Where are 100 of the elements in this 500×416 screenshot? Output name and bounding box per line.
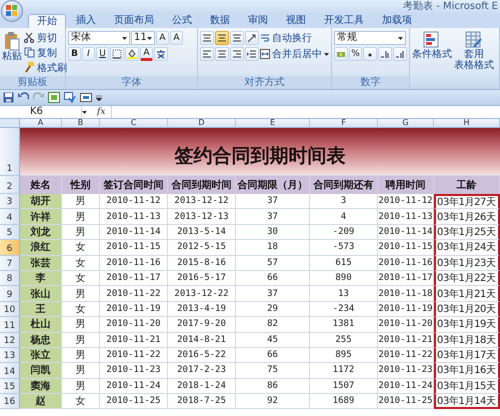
column-header[interactable]: D: [168, 119, 236, 128]
decrease-decimal-button[interactable]: [393, 47, 407, 61]
table-cell: 03年1月15天: [434, 378, 500, 394]
ribbon-tab[interactable]: 审阅: [240, 14, 276, 28]
table-cell: 03年1月18天: [434, 332, 500, 348]
ribbon-tab[interactable]: 视图: [278, 14, 314, 28]
clipboard-icon: [4, 31, 20, 51]
ribbon-tab[interactable]: 数据: [202, 14, 238, 28]
table-cell: 2010-11-23: [378, 363, 434, 379]
table-cell: 2010-11-20: [100, 317, 168, 333]
row-header[interactable]: 11: [0, 317, 20, 333]
fill-color-button[interactable]: [125, 47, 139, 61]
table-cell: 王: [20, 302, 62, 318]
align-left-icon: [202, 49, 212, 59]
column-header[interactable]: H: [434, 119, 500, 128]
align-right-button[interactable]: [230, 47, 244, 61]
column-header[interactable]: F: [310, 119, 378, 128]
row-header[interactable]: 3: [0, 194, 20, 210]
indent-button[interactable]: [245, 47, 259, 61]
name-box[interactable]: K6: [0, 106, 82, 118]
ribbon-tab[interactable]: 公式: [164, 14, 200, 28]
window-title: 考勤表 - Microsoft E: [403, 1, 498, 13]
ribbon-tab[interactable]: 加载项: [374, 14, 420, 28]
save-icon[interactable]: [3, 92, 14, 103]
row-header[interactable]: 2: [0, 176, 20, 194]
percent-button[interactable]: %: [349, 47, 362, 61]
row-header[interactable]: 10: [0, 302, 20, 318]
column-header[interactable]: E: [236, 119, 310, 128]
table-cell: 2010-11-13: [100, 209, 168, 225]
insert-function-button[interactable]: fx: [97, 107, 106, 117]
row-header[interactable]: 8: [0, 270, 20, 286]
align-bottom-button[interactable]: [230, 31, 244, 45]
ribbon-tab[interactable]: 插入: [68, 14, 104, 28]
row-header[interactable]: 6: [0, 240, 20, 256]
ribbon-tab[interactable]: 开发工具: [316, 14, 372, 28]
table-cell: 2013-12-22: [168, 286, 236, 302]
row-header[interactable]: 9: [0, 286, 20, 302]
customize-icon[interactable]: [96, 94, 102, 100]
font-size-field[interactable]: 11: [131, 31, 155, 45]
table-chart-icon: [423, 31, 441, 49]
paste-button[interactable]: 粘贴: [2, 31, 22, 76]
spreadsheet-icon[interactable]: [48, 92, 60, 103]
table-cell: 2016-5-17: [168, 270, 236, 286]
conditional-format-button[interactable]: 条件格式: [412, 31, 452, 89]
table-cell: 2010-11-15: [100, 240, 168, 256]
row-header[interactable]: 5: [0, 224, 20, 240]
row-header[interactable]: 4: [0, 209, 20, 225]
shrink-font-button[interactable]: A: [170, 31, 183, 45]
text-orientation-button[interactable]: [245, 31, 259, 45]
align-middle-button[interactable]: [215, 31, 229, 45]
table-cell: 杜山: [20, 317, 62, 333]
underline-button[interactable]: U: [96, 47, 109, 61]
increase-decimal-button[interactable]: [378, 47, 392, 61]
form-icon[interactable]: [80, 92, 92, 103]
row-header[interactable]: 1: [0, 128, 20, 176]
table-cell: 2010-11-22: [100, 286, 168, 302]
font-name-field[interactable]: 宋体: [68, 31, 130, 45]
row-header[interactable]: 14: [0, 363, 20, 379]
caret-icon: [398, 36, 403, 40]
number-format-field[interactable]: 常规: [334, 31, 406, 45]
align-center-button[interactable]: [215, 47, 229, 61]
table-cell: 2010-11-24: [378, 378, 434, 394]
grow-font-button[interactable]: A: [156, 31, 169, 45]
align-left-button[interactable]: [200, 47, 214, 61]
table-cell: 2010-11-22: [378, 348, 434, 364]
table-cell: 杨忠: [20, 332, 62, 348]
column-header[interactable]: G: [378, 119, 434, 128]
row-header[interactable]: 7: [0, 256, 20, 271]
format-as-table-button[interactable]: 套用 表格格式: [454, 31, 494, 89]
cut-button[interactable]: 剪切: [24, 31, 67, 44]
row-header[interactable]: 16: [0, 394, 20, 410]
table-cell: 75: [236, 363, 310, 379]
row-header[interactable]: 15: [0, 378, 20, 394]
table-cell: 男: [62, 224, 100, 240]
caret-icon: [82, 110, 87, 114]
bold-button[interactable]: B: [68, 47, 81, 61]
phonetic-icon[interactable]: [154, 47, 168, 61]
table-cell: 男: [62, 209, 100, 225]
increase-decimal-icon: [380, 49, 390, 59]
table-cell: 890: [310, 270, 378, 286]
merge-center-button[interactable]: 合并后居中: [260, 48, 329, 60]
format-painter-button[interactable]: 格式刷: [24, 61, 67, 74]
italic-button[interactable]: I: [82, 47, 95, 61]
check-document-icon[interactable]: [64, 92, 76, 103]
font-color-button[interactable]: A: [140, 47, 153, 61]
border-button[interactable]: [110, 47, 124, 61]
column-header[interactable]: B: [62, 119, 100, 128]
ribbon-tab[interactable]: 开始: [28, 14, 66, 28]
align-top-button[interactable]: [200, 31, 214, 45]
ribbon-tab[interactable]: 页面布局: [106, 14, 162, 28]
wrap-text-button[interactable]: 自动换行: [260, 32, 312, 44]
table-cell: 2010-11-17: [100, 270, 168, 286]
table-cell: 2010-11-25: [378, 394, 434, 410]
table-cell: 2010-11-13: [378, 209, 434, 225]
copy-button[interactable]: 复制: [24, 46, 67, 59]
row-header[interactable]: 13: [0, 348, 20, 364]
column-header[interactable]: A: [20, 119, 62, 128]
comma-button[interactable]: [363, 47, 377, 61]
column-header[interactable]: C: [100, 119, 168, 128]
row-header[interactable]: 12: [0, 332, 20, 348]
